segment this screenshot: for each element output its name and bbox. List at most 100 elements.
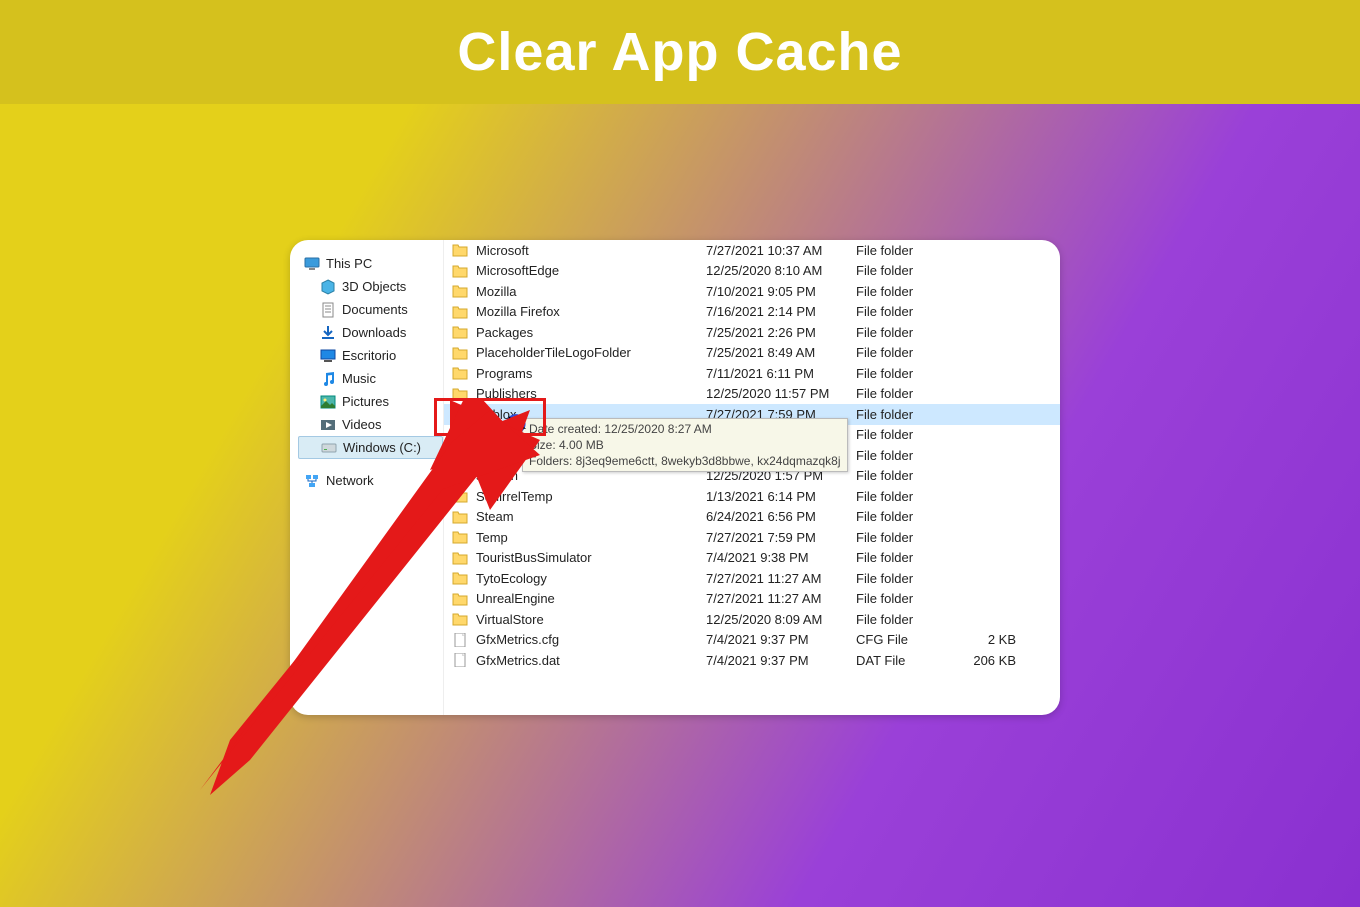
folder-tooltip: Date created: 12/25/2020 8:27 AM Size: 4… (522, 418, 848, 472)
folder-icon (452, 571, 468, 585)
folder-icon (452, 366, 468, 380)
folder-icon (452, 530, 468, 544)
file-name: PlaceholderTileLogoFolder (476, 345, 706, 360)
nav-sidebar: This PC 3D Objects Documents Downloads Escri… (290, 240, 444, 715)
file-row[interactable]: VirtualStore12/25/2020 8:09 AMFile folde… (444, 609, 1060, 630)
folder-icon (452, 469, 468, 483)
folder-icon (452, 489, 468, 503)
file-type: File folder (856, 366, 956, 381)
sidebar-item-downloads[interactable]: Downloads (298, 321, 443, 344)
file-type: File folder (856, 468, 956, 483)
file-row[interactable]: Steam6/24/2021 6:56 PMFile folder (444, 507, 1060, 528)
file-date: 1/13/2021 6:14 PM (706, 489, 856, 504)
file-type: File folder (856, 571, 956, 586)
sidebar-item-videos[interactable]: Videos (298, 413, 443, 436)
file-name: Mozilla Firefox (476, 304, 706, 319)
disk-icon (321, 440, 337, 456)
folder-icon (452, 325, 468, 339)
sidebar-item-pictures[interactable]: Pictures (298, 390, 443, 413)
file-type: File folder (856, 263, 956, 278)
file-type: File folder (856, 407, 956, 422)
file-type: File folder (856, 427, 956, 442)
sidebar-item-escritorio[interactable]: Escritorio (298, 344, 443, 367)
download-icon (320, 325, 336, 341)
folder-icon (452, 243, 468, 257)
file-type: File folder (856, 386, 956, 401)
folder-icon (452, 407, 468, 421)
file-row[interactable]: Mozilla Firefox7/16/2021 2:14 PMFile fol… (444, 302, 1060, 323)
file-type: DAT File (856, 653, 956, 668)
folder-icon (452, 510, 468, 524)
file-date: 7/27/2021 11:27 AM (706, 571, 856, 586)
header-bar: Clear App Cache (0, 0, 1360, 104)
file-type: CFG File (856, 632, 956, 647)
sidebar-item-label: Downloads (342, 325, 406, 340)
file-row[interactable]: UnrealEngine7/27/2021 11:27 AMFile folde… (444, 589, 1060, 610)
file-name: TouristBusSimulator (476, 550, 706, 565)
file-type: File folder (856, 612, 956, 627)
file-date: 7/4/2021 9:38 PM (706, 550, 856, 565)
sidebar-item-3d-objects[interactable]: 3D Objects (298, 275, 443, 298)
file-date: 12/25/2020 11:57 PM (706, 386, 856, 401)
sidebar-item-music[interactable]: Music (298, 367, 443, 390)
folder-icon (452, 305, 468, 319)
tooltip-line: Folders: 8j3eq9eme6ctt, 8wekyb3d8bbwe, k… (529, 453, 841, 469)
file-type: File folder (856, 489, 956, 504)
file-date: 6/24/2021 6:56 PM (706, 509, 856, 524)
folder-icon (452, 346, 468, 360)
explorer-window: This PC 3D Objects Documents Downloads Escri… (290, 240, 1060, 715)
sidebar-item-label: Music (342, 371, 376, 386)
file-row[interactable]: Temp7/27/2021 7:59 PMFile folder (444, 527, 1060, 548)
sidebar-item-label: This PC (326, 256, 372, 271)
file-list: Microsoft7/27/2021 10:37 AMFile folderMi… (444, 240, 1060, 715)
file-name: Steam (476, 509, 706, 524)
folder-icon (452, 448, 468, 462)
file-row[interactable]: TouristBusSimulator7/4/2021 9:38 PMFile … (444, 548, 1060, 569)
file-row[interactable]: Packages7/25/2021 2:26 PMFile folder (444, 322, 1060, 343)
file-name: UnrealEngine (476, 591, 706, 606)
file-date: 7/27/2021 7:59 PM (706, 530, 856, 545)
file-row[interactable]: GfxMetrics.dat7/4/2021 9:37 PMDAT File20… (444, 650, 1060, 671)
file-row[interactable]: TytoEcology7/27/2021 11:27 AMFile folder (444, 568, 1060, 589)
3d-icon (320, 279, 336, 295)
file-type: File folder (856, 284, 956, 299)
file-date: 7/11/2021 6:11 PM (706, 366, 856, 381)
file-name: Publishers (476, 386, 706, 401)
file-type: File folder (856, 243, 956, 258)
file-date: 7/27/2021 10:37 AM (706, 243, 856, 258)
sidebar-item-documents[interactable]: Documents (298, 298, 443, 321)
file-row[interactable]: GfxMetrics.cfg7/4/2021 9:37 PMCFG File2 … (444, 630, 1060, 651)
sidebar-item-this-pc[interactable]: This PC (298, 252, 443, 275)
file-row[interactable]: Microsoft7/27/2021 10:37 AMFile folder (444, 240, 1060, 261)
file-row[interactable]: Mozilla7/10/2021 9:05 PMFile folder (444, 281, 1060, 302)
file-row[interactable]: MicrosoftEdge12/25/2020 8:10 AMFile fold… (444, 261, 1060, 282)
file-date: 7/4/2021 9:37 PM (706, 653, 856, 668)
file-date: 7/10/2021 9:05 PM (706, 284, 856, 299)
sidebar-item-label: 3D Objects (342, 279, 406, 294)
file-name: Packages (476, 325, 706, 340)
tooltip-line: Size: 4.00 MB (529, 437, 841, 453)
file-name: Programs (476, 366, 706, 381)
sidebar-item-windows-c-[interactable]: Windows (C:) (298, 436, 443, 459)
sidebar-item-label: Windows (C:) (343, 440, 421, 455)
folder-icon (452, 284, 468, 298)
file-row[interactable]: SquirrelTemp1/13/2021 6:14 PMFile folder (444, 486, 1060, 507)
file-date: 7/16/2021 2:14 PM (706, 304, 856, 319)
file-date: 7/25/2021 2:26 PM (706, 325, 856, 340)
file-type: File folder (856, 448, 956, 463)
file-name: TytoEcology (476, 571, 706, 586)
folder-icon (452, 592, 468, 606)
doc-icon (320, 302, 336, 318)
file-date: 7/25/2021 8:49 AM (706, 345, 856, 360)
file-name: MicrosoftEdge (476, 263, 706, 278)
desktop-icon (320, 348, 336, 364)
file-name: VirtualStore (476, 612, 706, 627)
file-row[interactable]: PlaceholderTileLogoFolder7/25/2021 8:49 … (444, 343, 1060, 364)
file-icon (452, 653, 468, 667)
sidebar-item-network[interactable]: Network (298, 469, 443, 492)
file-row[interactable]: Programs7/11/2021 6:11 PMFile folder (444, 363, 1060, 384)
file-date: 7/27/2021 11:27 AM (706, 591, 856, 606)
file-row[interactable]: Publishers12/25/2020 11:57 PMFile folder (444, 384, 1060, 405)
file-name: SquirrelTemp (476, 489, 706, 504)
file-type: File folder (856, 550, 956, 565)
